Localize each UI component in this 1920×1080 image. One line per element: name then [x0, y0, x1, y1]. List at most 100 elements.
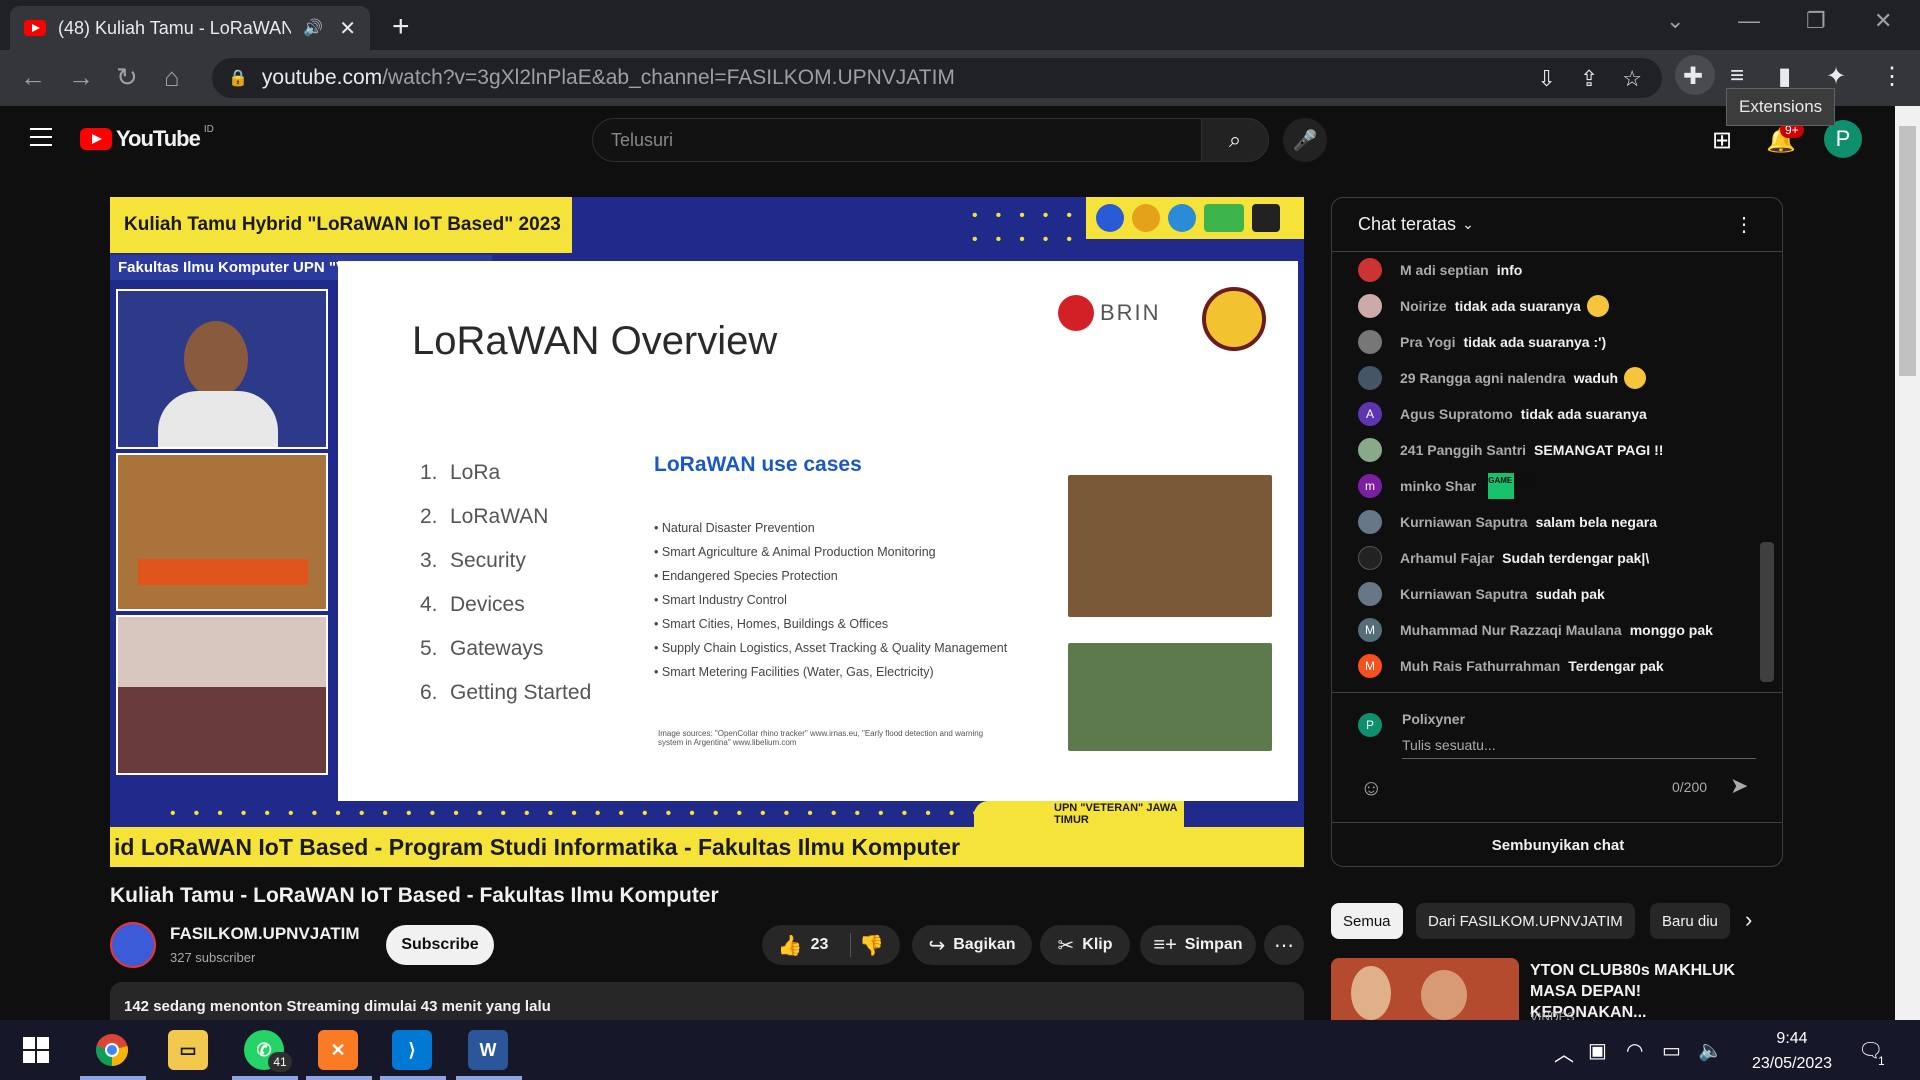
slide-title: LoRaWAN Overview [412, 319, 778, 363]
chat-avatar [1358, 294, 1382, 318]
extensions-tooltip: Extensions [1726, 88, 1836, 126]
share-icon[interactable]: ⇪ [1580, 66, 1598, 92]
chat-avatar [1358, 510, 1382, 534]
channel-avatar[interactable] [110, 922, 156, 968]
chat-composer: P Polixyner Tulis sesuatu... ☺ 0/200 ➤ [1332, 692, 1782, 820]
close-tab-icon[interactable]: ✕ [339, 16, 356, 41]
ticker-text: id LoRaWAN IoT Based - Program Studi Inf… [110, 827, 1304, 867]
browser-tab[interactable]: (48) Kuliah Tamu - LoRaWAN 🔊 ✕ [10, 6, 370, 50]
like-button[interactable]: 👍 23 👎 [762, 925, 900, 965]
reading-list-icon[interactable]: ≡ [1730, 62, 1744, 90]
battery-icon[interactable]: ▭ [1662, 1038, 1681, 1063]
voice-search-button[interactable]: 🎤 [1283, 118, 1327, 162]
speaker-icon[interactable]: 🔊 [303, 18, 323, 38]
logo-icon [1252, 204, 1280, 232]
menu-icon[interactable] [30, 128, 52, 146]
hide-chat-button[interactable]: Sembunyikan chat [1332, 822, 1782, 866]
profile-extension-icon[interactable]: ✦ [1826, 62, 1846, 91]
chat-header[interactable]: Chat teratas ⌄ ⋮ [1332, 198, 1782, 252]
chip-from-channel[interactable]: Dari FASILKOM.UPNVJATIM [1416, 903, 1635, 939]
restore-button[interactable]: ❐ [1806, 8, 1826, 34]
create-video-icon[interactable]: ⊞ [1712, 126, 1732, 155]
like-count: 23 [810, 936, 829, 953]
more-actions-button[interactable]: ⋯ [1264, 925, 1304, 965]
list-item: 4. Devices [420, 593, 525, 616]
list-item: Smart Industry Control [654, 593, 1007, 617]
page-scrollbar[interactable] [1895, 106, 1920, 1020]
install-icon[interactable]: ⇩ [1537, 66, 1555, 92]
xampp-icon[interactable]: ✕ [318, 1030, 358, 1070]
chat-menu-icon[interactable]: ⋮ [1734, 212, 1754, 237]
emoji-picker-icon[interactable]: ☺ [1360, 775, 1382, 801]
back-button[interactable]: ← [20, 62, 46, 93]
usecase-list: Natural Disaster Prevention Smart Agricu… [654, 521, 1007, 689]
video-title: Kuliah Tamu - LoRaWAN IoT Based - Fakult… [110, 884, 719, 907]
new-tab-button[interactable]: + [392, 10, 410, 44]
extensions-icon[interactable]: ✚ [1683, 62, 1703, 91]
rhino-tracker-image [1068, 475, 1272, 617]
list-item: Smart Agriculture & Animal Production Mo… [654, 545, 1007, 569]
list-item: Supply Chain Logistics, Asset Tracking &… [654, 641, 1007, 665]
room-camera [116, 453, 328, 611]
address-bar[interactable]: 🔒 youtube.com/watch?v=3gXl2lnPlaE&ab_cha… [212, 58, 1662, 98]
video-player[interactable]: Kuliah Tamu Hybrid "LoRaWAN IoT Based" 2… [110, 197, 1304, 867]
recommended-channel[interactable]: VINDES [1530, 1010, 1575, 1020]
chat-message: M adi septian info [1332, 252, 1762, 288]
chat-avatar [1358, 438, 1382, 462]
chat-message: M Muh Rais Fathurrahman Terdengar pak [1332, 648, 1762, 684]
notification-count: 1 [1878, 1054, 1885, 1068]
channel-name[interactable]: FASILKOM.UPNVJATIM [170, 924, 360, 944]
chat-user-name: Polixyner [1402, 711, 1466, 727]
thumbs-down-icon[interactable]: 👎 [859, 933, 884, 958]
wifi-icon[interactable]: ◠ [1626, 1038, 1643, 1063]
close-window-button[interactable]: ✕ [1874, 8, 1892, 34]
recommended-thumbnail[interactable] [1331, 958, 1519, 1020]
chat-input[interactable]: Tulis sesuatu... [1402, 737, 1756, 759]
share-arrow-icon: ↪ [928, 934, 946, 957]
clip-button[interactable]: ✂ Klip [1040, 925, 1130, 965]
share-button[interactable]: ↪ Bagikan [912, 925, 1032, 965]
chip-recent[interactable]: Baru diu [1650, 903, 1730, 939]
audience-camera [116, 615, 328, 775]
list-item: 6. Getting Started [420, 681, 592, 704]
whatsapp-badge: 41 [268, 1052, 292, 1072]
subscribe-button[interactable]: Subscribe [386, 925, 494, 965]
taskbar-clock[interactable]: 9:44 23/05/2023 [1732, 1026, 1852, 1076]
kampus-merdeka-logo [1204, 204, 1244, 232]
chrome-app-icon[interactable] [92, 1030, 132, 1070]
thumbs-up-icon: 👍 [777, 934, 803, 957]
chat-scrollbar[interactable] [1760, 542, 1774, 682]
search-button[interactable]: ⌕ [1201, 118, 1269, 162]
bookmark-star-icon[interactable]: ☆ [1622, 66, 1642, 92]
display-icon[interactable]: ▣ [1588, 1038, 1607, 1063]
upn-seal-logo [1202, 287, 1266, 351]
chrome-menu-icon[interactable]: ⋮ [1880, 62, 1904, 91]
windows-start-icon[interactable] [16, 1030, 56, 1070]
vscode-icon[interactable]: ⟩ [392, 1030, 432, 1070]
chat-message: Pra Yogi tidak ada suaranya :') [1332, 324, 1762, 360]
minimize-button[interactable]: — [1738, 8, 1760, 34]
lock-icon[interactable]: 🔒 [228, 68, 248, 88]
volume-icon[interactable]: 🔈 [1698, 1038, 1723, 1063]
scrollbar-thumb[interactable] [1899, 126, 1916, 376]
list-item: 1. LoRa [420, 461, 501, 484]
chip-all[interactable]: Semua [1331, 903, 1403, 939]
chat-message: Kurniawan Saputra salam bela negara [1332, 504, 1762, 540]
save-button[interactable]: ≡+ Simpan [1140, 925, 1256, 965]
chevron-right-icon[interactable]: › [1745, 907, 1752, 933]
search-input[interactable]: Telusuri [592, 118, 1202, 162]
file-explorer-icon[interactable]: ▭ [168, 1030, 208, 1070]
side-panel-icon[interactable]: ▮ [1778, 62, 1791, 91]
home-button[interactable]: ⌂ [164, 62, 180, 93]
youtube-logo[interactable]: YouTube ID [80, 124, 214, 152]
flood-sensor-image [1068, 643, 1272, 751]
send-icon[interactable]: ➤ [1730, 773, 1748, 799]
reload-button[interactable]: ↻ [116, 62, 138, 93]
tab-title: (48) Kuliah Tamu - LoRaWAN [58, 17, 292, 38]
forward-button[interactable]: → [68, 62, 94, 93]
show-hidden-icons-icon[interactable]: ︿ [1554, 1038, 1574, 1067]
playlist-add-icon: ≡+ [1153, 933, 1177, 956]
tab-search-icon[interactable]: ⌄ [1666, 8, 1684, 34]
word-icon[interactable]: W [468, 1030, 508, 1070]
chevron-down-icon[interactable]: ⌄ [1462, 216, 1474, 233]
